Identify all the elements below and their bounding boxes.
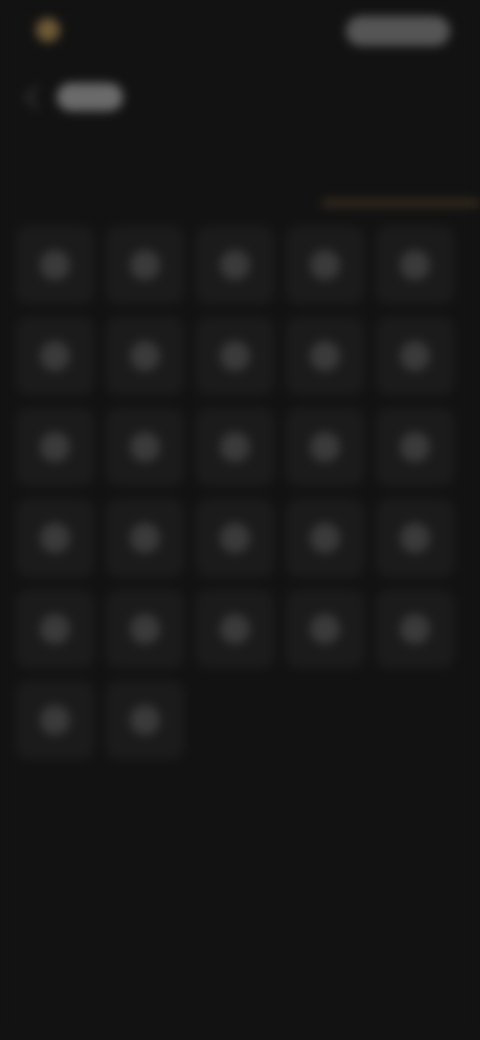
item-icon: [310, 341, 340, 371]
grid-tile[interactable]: [106, 408, 184, 486]
item-icon: [310, 432, 340, 462]
app-screen: [0, 0, 480, 1040]
item-icon: [130, 250, 160, 280]
item-icon: [220, 614, 250, 644]
item-icon: [130, 432, 160, 462]
grid-tile[interactable]: [16, 590, 94, 668]
grid-tile[interactable]: [376, 317, 454, 395]
grid-tile[interactable]: [16, 317, 94, 395]
grid-tile[interactable]: [196, 590, 274, 668]
item-icon: [400, 250, 430, 280]
item-icon: [130, 614, 160, 644]
grid-tile[interactable]: [16, 499, 94, 577]
item-icon: [40, 614, 70, 644]
item-icon: [220, 341, 250, 371]
grid-tile[interactable]: [286, 408, 364, 486]
grid-tile[interactable]: [106, 317, 184, 395]
item-icon: [220, 250, 250, 280]
item-icon: [400, 614, 430, 644]
grid-tile[interactable]: [286, 317, 364, 395]
grid-tile[interactable]: [106, 681, 184, 759]
logo-icon: [36, 18, 60, 42]
item-icon: [310, 614, 340, 644]
item-icon: [130, 523, 160, 553]
top-bar: [0, 0, 480, 60]
item-icon: [220, 432, 250, 462]
grid-tile[interactable]: [16, 408, 94, 486]
grid-tile[interactable]: [376, 408, 454, 486]
grid-tile[interactable]: [196, 226, 274, 304]
header-action-button[interactable]: [346, 16, 450, 46]
grid-tile[interactable]: [376, 590, 454, 668]
section-title-pill[interactable]: [57, 83, 123, 111]
item-icon: [400, 432, 430, 462]
item-icon: [400, 341, 430, 371]
item-icon: [220, 523, 250, 553]
item-icon: [400, 523, 430, 553]
item-icon: [40, 250, 70, 280]
item-icon: [40, 705, 70, 735]
item-icon: [130, 341, 160, 371]
active-tab-indicator: [322, 200, 480, 206]
grid-tile[interactable]: [286, 499, 364, 577]
nav-row: [24, 82, 123, 112]
grid-tile[interactable]: [286, 226, 364, 304]
grid-tile[interactable]: [196, 408, 274, 486]
grid-tile[interactable]: [106, 226, 184, 304]
chevron-left-icon[interactable]: [24, 84, 49, 110]
item-icon: [130, 705, 160, 735]
item-icon: [310, 523, 340, 553]
item-icon: [40, 432, 70, 462]
grid-tile[interactable]: [16, 681, 94, 759]
grid-tile[interactable]: [376, 226, 454, 304]
grid-tile[interactable]: [196, 499, 274, 577]
grid-tile[interactable]: [286, 590, 364, 668]
grid-tile[interactable]: [16, 226, 94, 304]
tab-bar: [0, 150, 480, 210]
item-icon: [40, 523, 70, 553]
item-icon: [40, 341, 70, 371]
grid-tile[interactable]: [376, 499, 454, 577]
grid-tile[interactable]: [106, 499, 184, 577]
item-icon: [310, 250, 340, 280]
grid-tile[interactable]: [196, 317, 274, 395]
grid-tile[interactable]: [106, 590, 184, 668]
